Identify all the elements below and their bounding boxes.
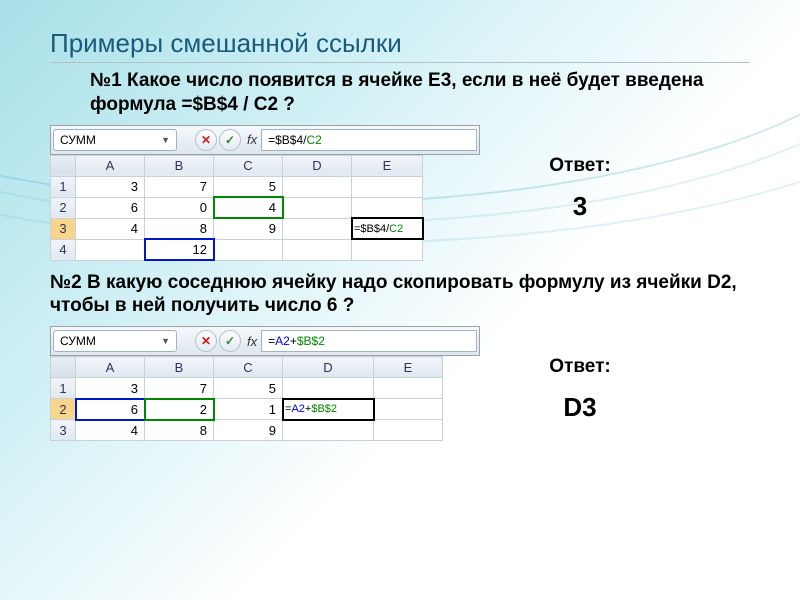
name-box-text: СУММ [60, 133, 96, 147]
answer-value: 3 [520, 191, 640, 222]
cell[interactable]: 9 [214, 218, 283, 239]
cell[interactable] [374, 378, 443, 399]
row-header[interactable]: 2 [51, 197, 76, 218]
dropdown-icon[interactable]: ▼ [161, 336, 170, 346]
row-header[interactable]: 1 [51, 378, 76, 399]
row-header[interactable]: 3 [51, 218, 76, 239]
cell[interactable] [352, 197, 423, 218]
cell-b2[interactable]: 2 [145, 399, 214, 420]
cell[interactable] [283, 218, 352, 239]
name-box-text: СУММ [60, 334, 96, 348]
row-header[interactable]: 3 [51, 420, 76, 441]
col-header[interactable]: C [214, 357, 283, 378]
formula-bar[interactable]: =A2+$B$2 [261, 330, 477, 352]
cell[interactable]: 4 [76, 218, 145, 239]
cell[interactable]: 3 [76, 176, 145, 197]
row-header[interactable]: 1 [51, 176, 76, 197]
cell-c2[interactable]: 4 [214, 197, 283, 218]
col-header[interactable]: C [214, 155, 283, 176]
col-header[interactable]: E [352, 155, 423, 176]
spreadsheet-grid[interactable]: A B C D E 1 3 7 5 2 6 2 [50, 356, 443, 441]
fx-label[interactable]: fx [247, 132, 257, 147]
col-header[interactable]: D [283, 155, 352, 176]
col-header[interactable]: B [145, 155, 214, 176]
cell[interactable] [352, 176, 423, 197]
cell[interactable]: 7 [145, 176, 214, 197]
answer-label: Ответ: [520, 356, 640, 378]
excel-snippet-2: СУММ ▼ ✕ ✓ fx =A2+$B$2 A B C D [50, 326, 480, 441]
excel-snippet-1: СУММ ▼ ✕ ✓ fx =$B$4/C2 A B C D [50, 125, 480, 261]
cell-e3-editing[interactable]: =$B$4/C2 [352, 218, 423, 239]
cell[interactable]: 9 [214, 420, 283, 441]
cell-d2-editing[interactable]: =A2+$B$2 [283, 399, 374, 420]
row-header[interactable]: 4 [51, 239, 76, 260]
cell[interactable] [374, 420, 443, 441]
cell[interactable] [283, 420, 374, 441]
answer-1: Ответ: 3 [520, 155, 640, 222]
question-2-text: №2 В какую соседнюю ячейку надо скопиров… [50, 271, 750, 319]
enter-icon[interactable]: ✓ [219, 129, 241, 151]
page-title: Примеры смешанной ссылки [50, 28, 750, 63]
cell[interactable] [283, 197, 352, 218]
cell[interactable]: 5 [214, 176, 283, 197]
col-header[interactable]: B [145, 357, 214, 378]
cell-a2[interactable]: 6 [76, 399, 145, 420]
answer-label: Ответ: [520, 155, 640, 177]
formula-bar[interactable]: =$B$4/C2 [261, 129, 477, 151]
dropdown-icon[interactable]: ▼ [161, 135, 170, 145]
cell[interactable]: 4 [76, 420, 145, 441]
question-1-text: №1 Какое число появится в ячейке E3, есл… [90, 69, 750, 117]
cell[interactable] [352, 239, 423, 260]
cell-b4[interactable]: 12 [145, 239, 214, 260]
select-all-corner[interactable] [51, 357, 76, 378]
col-header[interactable]: E [374, 357, 443, 378]
cell[interactable]: 7 [145, 378, 214, 399]
select-all-corner[interactable] [51, 155, 76, 176]
enter-icon[interactable]: ✓ [219, 330, 241, 352]
row-header[interactable]: 2 [51, 399, 76, 420]
answer-2: Ответ: D3 [520, 356, 640, 423]
cancel-icon[interactable]: ✕ [195, 129, 217, 151]
col-header[interactable]: A [76, 357, 145, 378]
cell[interactable] [283, 176, 352, 197]
name-box[interactable]: СУММ ▼ [53, 330, 177, 352]
cell[interactable]: 6 [76, 197, 145, 218]
col-header[interactable]: A [76, 155, 145, 176]
name-box[interactable]: СУММ ▼ [53, 129, 177, 151]
formula-ref: C2 [307, 133, 322, 147]
spreadsheet-grid[interactable]: A B C D E 1 3 7 5 2 6 0 [50, 155, 423, 261]
cell[interactable]: 0 [145, 197, 214, 218]
col-header[interactable]: D [283, 357, 374, 378]
cell[interactable]: 1 [214, 399, 283, 420]
cell[interactable]: 8 [145, 420, 214, 441]
answer-value: D3 [520, 392, 640, 423]
cell[interactable]: 3 [76, 378, 145, 399]
cell[interactable] [76, 239, 145, 260]
cell[interactable] [283, 378, 374, 399]
cancel-icon[interactable]: ✕ [195, 330, 217, 352]
formula-text: =$B$4/ [268, 133, 306, 147]
cell[interactable] [214, 239, 283, 260]
cell[interactable]: 5 [214, 378, 283, 399]
cell[interactable] [374, 399, 443, 420]
fx-label[interactable]: fx [247, 334, 257, 349]
cell[interactable] [283, 239, 352, 260]
cell[interactable]: 8 [145, 218, 214, 239]
